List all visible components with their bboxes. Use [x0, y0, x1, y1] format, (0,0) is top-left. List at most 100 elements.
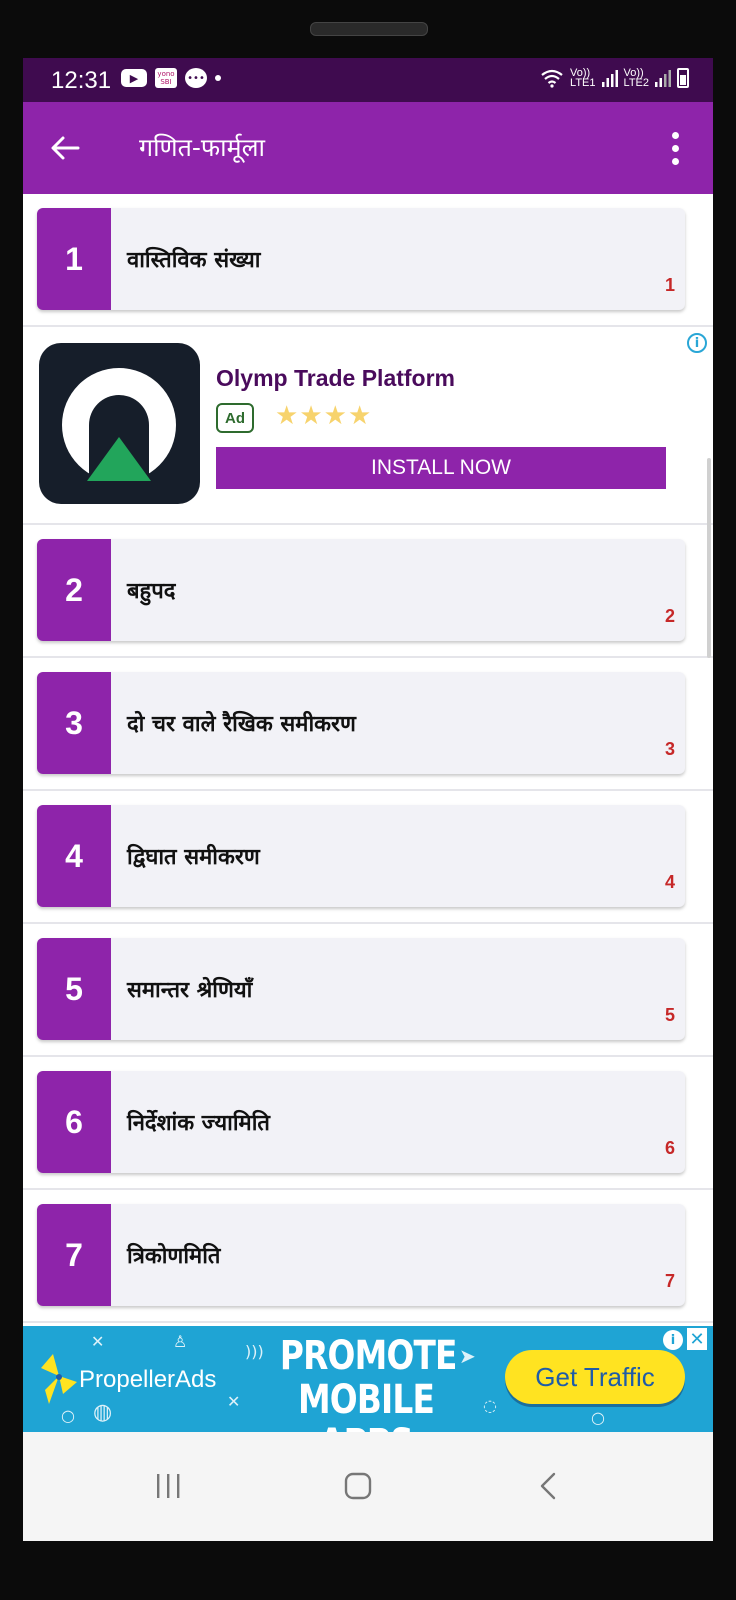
get-traffic-button[interactable]: Get Traffic: [505, 1350, 685, 1404]
topic-title: वास्तिविक संख्या: [127, 248, 261, 273]
info-icon[interactable]: i: [663, 1330, 683, 1350]
topic-title: त्रिकोणमिति: [127, 1244, 221, 1269]
chat-icon: •••: [185, 68, 207, 88]
rating-stars: ★★★★: [275, 401, 372, 431]
banner-ad[interactable]: ✕ ♙ ))) ○ ◍ ✕ ➤ ◌ ○ PropellerAds PROMOTE…: [23, 1326, 713, 1432]
signal-icon: [601, 70, 618, 87]
arrow-left-icon: [51, 136, 80, 160]
topic-number: 7: [37, 1204, 111, 1306]
page-title: गणित-फार्मूला: [139, 133, 266, 162]
topic-number: 2: [37, 539, 111, 641]
signal-icon-2: [655, 70, 671, 87]
list-item: 3 दो चर वाले रैखिक समीकरण 3: [23, 658, 713, 791]
send-icon: ➤: [459, 1344, 476, 1368]
list-item: 4 द्विघात समीकरण 4: [23, 791, 713, 924]
system-nav-bar: [23, 1432, 713, 1541]
circle-icon: ○: [591, 1408, 605, 1427]
system-icons: Vo)) LTE1 Vo)) LTE2: [540, 68, 689, 89]
topic-index: 1: [664, 275, 675, 295]
star-icon: ★: [323, 401, 348, 431]
olymp-trade-logo-icon: [62, 368, 176, 483]
ad-app-logo[interactable]: [39, 343, 200, 504]
home-icon: [344, 1472, 372, 1500]
status-time: 12:31: [51, 67, 112, 94]
person-icon: ♙: [173, 1332, 188, 1351]
chat-bubble-icon: ◌: [483, 1396, 497, 1415]
topic-index: 3: [664, 739, 675, 759]
status-bar: 12:31 ▶ yono SBI ••• Vo)) LTE1 Vo)) LTE2: [23, 58, 713, 102]
wifi-icon: [541, 69, 563, 88]
signal-waves-icon: ))): [245, 1342, 264, 1361]
back-button[interactable]: [45, 128, 85, 168]
native-ad[interactable]: Olymp Trade Platform Ad ★★★★ INSTALL NOW…: [23, 327, 713, 525]
more-vert-icon: [671, 157, 679, 165]
topic-number: 3: [37, 672, 111, 774]
dot-icon: [215, 75, 221, 81]
topic-card-6[interactable]: 6 निर्देशांक ज्यामिति 6: [37, 1071, 685, 1173]
propellerads-logo-icon: [41, 1354, 77, 1404]
topic-number: 1: [37, 208, 111, 310]
topic-title: समान्तर श्रेणियाँ: [127, 978, 253, 1003]
topic-number: 6: [37, 1071, 111, 1173]
phone-frame: 12:31 ▶ yono SBI ••• Vo)) LTE1 Vo)) LTE2…: [0, 0, 736, 1600]
topic-index: 4: [664, 872, 675, 892]
list-item: 1 वास्तिविक संख्या 1: [23, 194, 713, 327]
sim2-lte: LTE2: [623, 77, 649, 89]
headline-line-1: PROMOTE: [279, 1333, 458, 1379]
topic-title: निर्देशांक ज्यामिति: [127, 1111, 270, 1136]
topic-title: बहुपद: [127, 579, 176, 604]
recents-button[interactable]: [133, 1458, 203, 1514]
speaker-grille: [310, 22, 428, 36]
topic-index: 2: [664, 606, 675, 626]
list-item: 2 बहुपद 2: [23, 525, 713, 658]
topic-index: 6: [664, 1138, 675, 1158]
app-bar: गणित-फार्मूला: [23, 102, 713, 194]
sim1-lte: LTE1: [570, 77, 596, 89]
sbi-label: SBI: [160, 78, 172, 86]
more-vert-icon: [671, 144, 679, 152]
close-mark-icon: ✕: [227, 1392, 241, 1411]
close-mark-icon: ✕: [91, 1332, 105, 1351]
scrollbar-thumb[interactable]: [707, 458, 711, 658]
ad-title[interactable]: Olymp Trade Platform: [216, 365, 455, 392]
yono-label: yono: [157, 70, 175, 78]
youtube-icon: ▶: [121, 69, 147, 87]
topic-card-3[interactable]: 3 दो चर वाले रैखिक समीकरण 3: [37, 672, 685, 774]
yono-sbi-icon: yono SBI: [155, 68, 177, 88]
topic-number: 5: [37, 938, 111, 1040]
list-item: 7 त्रिकोणमिति 7: [23, 1190, 713, 1323]
star-icon: ★: [275, 401, 300, 431]
notification-icons: ▶ yono SBI •••: [121, 68, 221, 88]
topic-number: 4: [37, 805, 111, 907]
banner-brand: PropellerAds: [79, 1366, 217, 1393]
nav-back-button[interactable]: [513, 1458, 583, 1514]
topic-card-1[interactable]: 1 वास्तिविक संख्या 1: [37, 208, 685, 310]
close-icon[interactable]: ✕: [687, 1328, 707, 1350]
topic-card-2[interactable]: 2 बहुपद 2: [37, 539, 685, 641]
headline-line-2: MOBILE APPS: [297, 1377, 435, 1432]
topic-card-4[interactable]: 4 द्विघात समीकरण 4: [37, 805, 685, 907]
more-vert-icon: [671, 131, 679, 139]
sim2-indicator: Vo)) LTE2: [623, 68, 649, 89]
install-now-button[interactable]: INSTALL NOW: [216, 447, 666, 489]
topic-title: दो चर वाले रैखिक समीकरण: [127, 712, 356, 737]
ad-badge: Ad: [216, 403, 254, 433]
topic-title: द्विघात समीकरण: [127, 845, 260, 870]
star-icon: ★: [347, 401, 373, 431]
overflow-menu-button[interactable]: [655, 128, 695, 168]
info-icon[interactable]: i: [687, 333, 707, 353]
home-button[interactable]: [323, 1458, 393, 1514]
topic-list: 1 वास्तिविक संख्या 1 Olymp Trade Platfor…: [23, 194, 713, 1323]
topic-index: 7: [664, 1271, 675, 1291]
topic-card-7[interactable]: 7 त्रिकोणमिति 7: [37, 1204, 685, 1306]
sim1-indicator: Vo)) LTE1: [570, 68, 596, 89]
back-chevron-icon: [540, 1472, 556, 1500]
list-item: 5 समान्तर श्रेणियाँ 5: [23, 924, 713, 1057]
globe-icon: ◍: [93, 1400, 113, 1425]
topic-card-5[interactable]: 5 समान्तर श्रेणियाँ 5: [37, 938, 685, 1040]
star-icon: ★: [299, 401, 324, 431]
recents-icon: [157, 1474, 180, 1498]
topic-index: 5: [664, 1005, 675, 1025]
screen: 12:31 ▶ yono SBI ••• Vo)) LTE1 Vo)) LTE2…: [23, 58, 713, 1541]
list-item: 6 निर्देशांक ज्यामिति 6: [23, 1057, 713, 1190]
